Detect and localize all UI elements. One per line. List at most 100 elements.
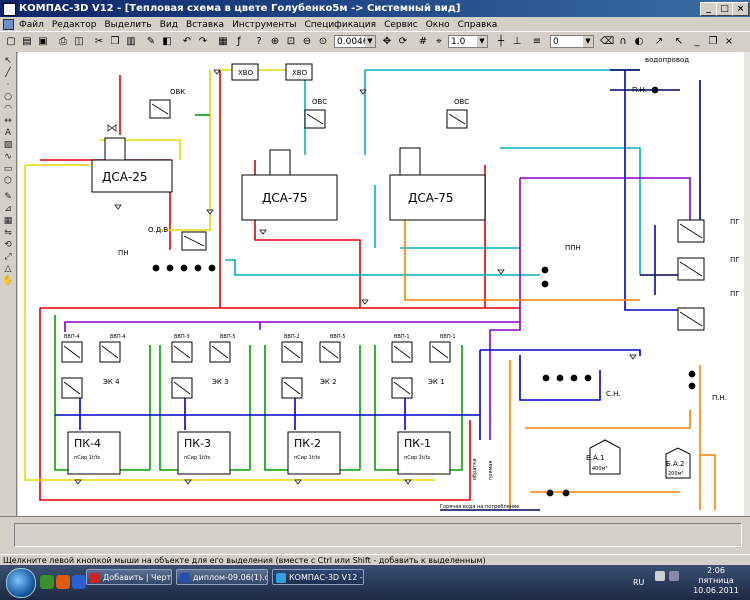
snap-icon[interactable]: ⌖ [432, 35, 446, 49]
volume-icon[interactable] [655, 571, 665, 581]
pn-right-label: П.Н. [712, 394, 727, 402]
manager-icon[interactable]: ▦ [216, 35, 230, 49]
language-indicator[interactable]: RU [633, 578, 644, 587]
close-button[interactable]: × [732, 2, 749, 16]
brush-icon[interactable]: ✎ [144, 35, 158, 49]
ek3-label: ЭК 3 [212, 378, 229, 386]
layer-combo[interactable]: 0 ▼ [550, 35, 594, 48]
table-icon[interactable]: ▦ [2, 216, 14, 227]
hand-icon[interactable]: ✋ [2, 276, 14, 287]
firefox-icon[interactable] [56, 575, 70, 589]
zoom-combo[interactable]: 0.0046 ▼ [334, 35, 376, 48]
restore-document-icon[interactable]: ❐ [706, 35, 720, 49]
cut-icon[interactable]: ✂ [92, 35, 106, 49]
ba1-label: Б.А.1 [586, 454, 605, 462]
new-document-icon[interactable]: ▢ [4, 35, 18, 49]
dimension-icon[interactable]: ↔ [2, 116, 14, 127]
vvp2b-label: ВВП-5 [330, 334, 346, 340]
color-icon[interactable]: ◐ [632, 35, 646, 49]
menu-service[interactable]: Сервис [380, 18, 422, 32]
local-cs-icon[interactable]: ⊥ [510, 35, 524, 49]
menu-editor[interactable]: Редактор [48, 18, 101, 32]
point-icon[interactable]: · [2, 80, 14, 91]
line-icon[interactable]: ╱ [2, 68, 14, 79]
paste-icon[interactable]: ▥ [124, 35, 138, 49]
drawing-canvas[interactable]: ХВО ХВО водопровод ОВК ОВС ОВС О.Д.В ПН … [18, 52, 744, 516]
menu-help[interactable]: Справка [454, 18, 502, 32]
properties-icon[interactable]: ◧ [160, 35, 174, 49]
rectangle-icon[interactable]: ▭ [2, 164, 14, 175]
word-icon [180, 573, 190, 583]
polygon-icon[interactable]: ⬡ [2, 176, 14, 187]
spline-icon[interactable]: ∿ [2, 152, 14, 163]
menu-window[interactable]: Окно [422, 18, 454, 32]
odv-label: О.Д.В [148, 226, 168, 234]
quicklaunch-icon[interactable] [40, 575, 54, 589]
maximize-button[interactable]: □ [716, 2, 733, 16]
triangle-icon[interactable]: △ [2, 264, 14, 275]
preview-icon[interactable]: ◫ [72, 35, 86, 49]
text-icon[interactable]: A [2, 128, 14, 139]
task-word[interactable]: диплом-09.06(1).d... [176, 569, 268, 585]
dsa75b-label: ДСА-75 [408, 191, 454, 205]
hatch-icon[interactable]: ▨ [2, 140, 14, 151]
start-button[interactable] [6, 568, 36, 598]
menu-insert[interactable]: Вставка [182, 18, 228, 32]
arc-icon[interactable]: ◠ [2, 104, 14, 115]
refresh-icon[interactable]: ⟳ [396, 35, 410, 49]
close-document-icon[interactable]: × [722, 35, 736, 49]
help-icon[interactable]: ? [252, 35, 266, 49]
print-icon[interactable]: ⎙ [56, 35, 70, 49]
menu-view[interactable]: Вид [156, 18, 182, 32]
circle-icon[interactable]: ○ [2, 92, 14, 103]
fx-icon[interactable]: ƒ [232, 35, 246, 49]
properties-field[interactable] [14, 523, 742, 547]
menu-specification[interactable]: Спецификация [300, 18, 380, 32]
ie-icon[interactable] [72, 575, 86, 589]
properties-panel [0, 516, 750, 555]
undo-icon[interactable]: ↶ [180, 35, 194, 49]
zoom-window-icon[interactable]: ⊡ [284, 35, 298, 49]
edit-icon[interactable]: ✎ [2, 192, 14, 203]
ppn-label: ППН [565, 244, 581, 252]
redo-icon[interactable]: ↷ [196, 35, 210, 49]
vertical-scrollbar[interactable] [744, 52, 750, 516]
ovs1-label: ОВС [312, 98, 327, 106]
zoom-all-icon[interactable]: ⊙ [316, 35, 330, 49]
minimize-button[interactable]: _ [700, 2, 717, 16]
magnet-icon[interactable]: ∩ [616, 35, 630, 49]
network-icon[interactable] [669, 571, 679, 581]
pn-top-label: П.Н. [632, 86, 647, 94]
task-browser[interactable]: Добавить | Черте... [86, 569, 172, 585]
task-kompas-label: КОМПАС-3D V12 - ... [289, 573, 363, 582]
arrow-icon[interactable]: ↗ [652, 35, 666, 49]
menu-tools[interactable]: Инструменты [228, 18, 300, 32]
scale-icon[interactable]: ⤢ [2, 252, 14, 263]
menu-select[interactable]: Выделить [100, 18, 155, 32]
minimize-document-icon[interactable]: _ [690, 35, 704, 49]
menu-bar: Файл Редактор Выделить Вид Вставка Инструмент… [0, 17, 750, 31]
eraser-icon[interactable]: ⌫ [600, 35, 614, 49]
ortho-icon[interactable]: ┼ [494, 35, 508, 49]
zoom-out-icon[interactable]: ⊖ [300, 35, 314, 49]
zoom-in-icon[interactable]: ⊕ [268, 35, 282, 49]
select-icon[interactable]: ↖ [2, 56, 14, 67]
clock-date: 10.06.2011 [693, 586, 739, 595]
task-kompas[interactable]: КОМПАС-3D V12 - ... [272, 569, 364, 585]
clock-day: пятница [698, 576, 734, 585]
mirror-icon[interactable]: ⇋ [2, 228, 14, 239]
pan-icon[interactable]: ✥ [380, 35, 394, 49]
measure-icon[interactable]: ⊿ [2, 204, 14, 215]
grid-icon[interactable]: # [416, 35, 430, 49]
save-icon[interactable]: ▣ [36, 35, 50, 49]
vvp4a-label: ВВП-4 [64, 334, 80, 340]
menu-file[interactable]: Файл [15, 18, 48, 32]
pointer-icon[interactable]: ↖ [672, 35, 686, 49]
layers-icon[interactable]: ≡ [530, 35, 544, 49]
rotate-icon[interactable]: ⟲ [2, 240, 14, 251]
step-combo[interactable]: 1.0 ▼ [448, 35, 488, 48]
copy-icon[interactable]: ❐ [108, 35, 122, 49]
open-icon[interactable]: ▤ [20, 35, 34, 49]
window-title: КОМПАС-3D V12 - [Тепловая схема в цвете … [19, 3, 461, 14]
clock[interactable]: 2:06 пятница 10.06.2011 [686, 566, 746, 596]
